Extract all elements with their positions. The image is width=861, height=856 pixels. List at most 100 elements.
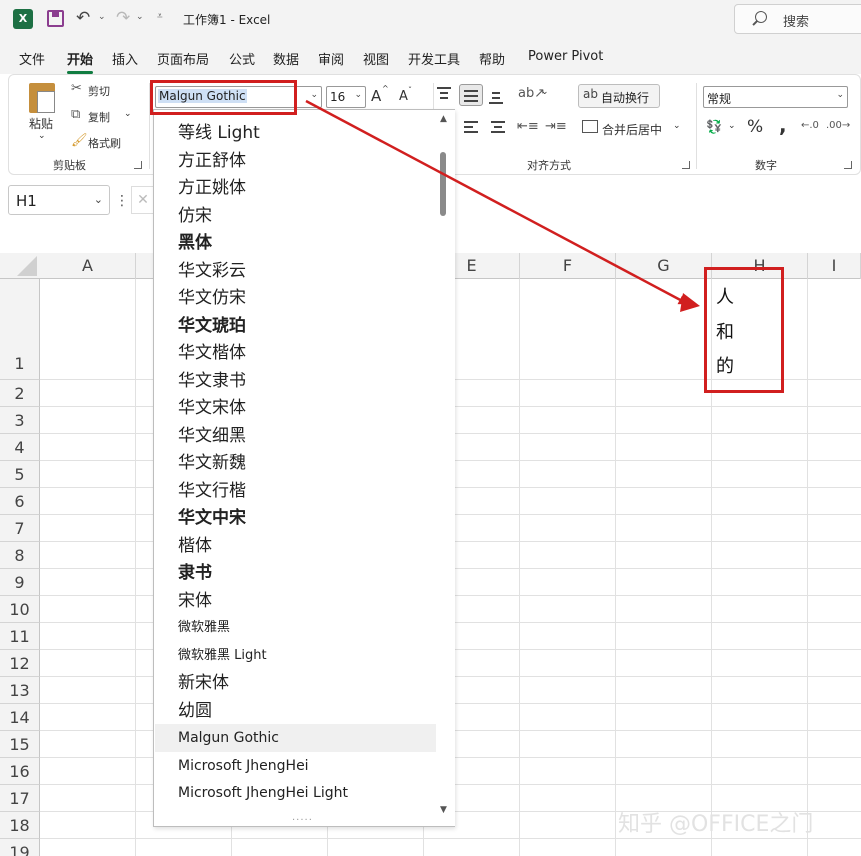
customize-qat-icon[interactable]: ⩡	[157, 11, 163, 22]
align-bottom-icon[interactable]	[489, 89, 505, 104]
row-header-15[interactable]: 15	[0, 731, 40, 758]
alignment-launcher-icon[interactable]	[682, 161, 690, 169]
row-header-1[interactable]: 1	[0, 279, 40, 380]
formula-bar-grip[interactable]: ⋮	[115, 193, 129, 209]
scroll-down-icon[interactable]: ▼	[440, 805, 447, 815]
row-header-2[interactable]: 2	[0, 380, 40, 407]
number-format-combo[interactable]: 常规 ⌄	[703, 86, 848, 108]
font-option[interactable]: 宋体	[155, 587, 436, 615]
grow-font-button[interactable]: A	[371, 87, 381, 105]
wrap-text-button[interactable]: ab 自动换行	[578, 84, 660, 108]
row-header-17[interactable]: 17	[0, 785, 40, 812]
comma-style-button[interactable]: ,	[779, 113, 787, 137]
tab-page-layout[interactable]: 页面布局	[157, 49, 209, 68]
tab-developer[interactable]: 开发工具	[408, 49, 460, 68]
row-header-6[interactable]: 6	[0, 488, 40, 515]
scroll-thumb[interactable]	[440, 152, 446, 216]
tab-file[interactable]: 文件	[19, 49, 45, 68]
row-header-4[interactable]: 4	[0, 434, 40, 461]
row-header-10[interactable]: 10	[0, 596, 40, 623]
font-option[interactable]: 华文细黑	[155, 422, 436, 450]
scroll-up-icon[interactable]: ▲	[440, 114, 447, 124]
name-box[interactable]: H1 ⌄	[8, 185, 110, 215]
row-header-18[interactable]: 18	[0, 812, 40, 839]
cancel-entry-button[interactable]: ✕	[131, 186, 155, 214]
column-header-f[interactable]: F	[520, 253, 616, 279]
font-option[interactable]: 华文仿宋	[155, 284, 436, 312]
row-header-13[interactable]: 13	[0, 677, 40, 704]
font-option[interactable]: 等线 Light	[155, 119, 436, 147]
row-header-14[interactable]: 14	[0, 704, 40, 731]
cut-icon[interactable]: ✂	[71, 82, 85, 96]
font-option[interactable]: 幼圆	[155, 697, 436, 725]
row-header-12[interactable]: 12	[0, 650, 40, 677]
copy-icon[interactable]: ⧉	[71, 108, 85, 122]
font-option[interactable]: 华文行楷	[155, 477, 436, 505]
align-center-icon[interactable]	[491, 121, 507, 135]
font-option[interactable]: 新宋体	[155, 669, 436, 697]
format-painter-button[interactable]: 格式刷	[88, 135, 121, 151]
clipboard-launcher-icon[interactable]	[134, 161, 142, 169]
font-dropdown-list[interactable]: 等线 Light 方正舒体 方正姚体 仿宋 黑体 华文彩云 华文仿宋 华文琥珀 华文楷体 华文隶书…	[153, 109, 455, 827]
tab-data[interactable]: 数据	[273, 49, 299, 68]
align-top-icon[interactable]	[437, 87, 453, 101]
font-size-combo[interactable]: 16 ⌄	[326, 86, 366, 108]
accounting-dropdown-icon[interactable]: ⌄	[728, 121, 736, 131]
font-option[interactable]: 华文宋体	[155, 394, 436, 422]
font-option[interactable]: Microsoft JhengHei	[155, 752, 436, 780]
percent-style-button[interactable]: %	[747, 117, 763, 137]
redo-dropdown-icon[interactable]: ⌄	[136, 12, 144, 22]
row-header-19[interactable]: 19	[0, 839, 40, 856]
font-option[interactable]: 黑体	[155, 229, 436, 257]
undo-icon[interactable]: ↶	[76, 8, 90, 28]
orientation-dropdown-icon[interactable]: ⌄	[541, 87, 549, 97]
row-header-3[interactable]: 3	[0, 407, 40, 434]
format-painter-icon[interactable]: 🖌	[71, 134, 88, 148]
number-launcher-icon[interactable]	[844, 161, 852, 169]
font-option[interactable]: 方正舒体	[155, 147, 436, 175]
shrink-font-button[interactable]: A	[399, 89, 408, 104]
tab-help[interactable]: 帮助	[479, 49, 505, 68]
font-option[interactable]: Microsoft JhengHei Light	[155, 779, 436, 807]
row-header-16[interactable]: 16	[0, 758, 40, 785]
font-option[interactable]: 华文楷体	[155, 339, 436, 367]
tab-view[interactable]: 视图	[363, 49, 389, 68]
undo-dropdown-icon[interactable]: ⌄	[98, 12, 106, 22]
increase-indent-icon[interactable]: ⇥≡	[545, 120, 567, 134]
row-header-9[interactable]: 9	[0, 569, 40, 596]
align-middle-icon[interactable]	[459, 84, 483, 106]
font-option[interactable]: 微软雅黑 Light	[155, 642, 436, 670]
resize-grip-icon[interactable]: ·····	[292, 815, 313, 826]
copy-dropdown-icon[interactable]: ⌄	[124, 109, 132, 119]
orientation-icon[interactable]: ab↗	[518, 87, 545, 101]
decrease-indent-icon[interactable]: ⇤≡	[517, 120, 539, 134]
font-option[interactable]: 华文隶书	[155, 367, 436, 395]
search-box[interactable]: 搜索	[734, 4, 861, 34]
font-option[interactable]: 隶书	[155, 559, 436, 587]
font-option[interactable]: 华文中宋	[155, 504, 436, 532]
tab-review[interactable]: 审阅	[318, 49, 344, 68]
align-left-icon[interactable]	[464, 121, 480, 135]
row-header-5[interactable]: 5	[0, 461, 40, 488]
font-option[interactable]: Malgun Gothic	[155, 724, 436, 752]
font-option[interactable]: 华文新魏	[155, 449, 436, 477]
font-option[interactable]: 仿宋	[155, 202, 436, 230]
tab-power-pivot[interactable]: Power Pivot	[528, 49, 603, 64]
tab-home[interactable]: 开始	[67, 49, 94, 74]
row-header-7[interactable]: 7	[0, 515, 40, 542]
increase-decimal-icon[interactable]: ←.0	[801, 119, 821, 133]
copy-button[interactable]: 复制	[88, 109, 110, 125]
paste-dropdown-icon[interactable]: ⌄	[38, 131, 46, 141]
paste-button[interactable]: 粘贴	[29, 115, 53, 132]
column-header-a[interactable]: A	[40, 253, 136, 279]
merge-center-button[interactable]: 合并后居中	[602, 121, 662, 138]
select-all-button[interactable]	[0, 253, 40, 279]
font-option[interactable]: 楷体	[155, 532, 436, 560]
tab-formulas[interactable]: 公式	[229, 49, 255, 68]
merge-dropdown-icon[interactable]: ⌄	[673, 121, 681, 131]
redo-icon[interactable]: ↷	[116, 8, 130, 28]
accounting-format-icon[interactable]: 💱	[706, 121, 726, 135]
save-icon[interactable]	[47, 10, 64, 27]
font-option[interactable]: 微软雅黑	[155, 614, 436, 642]
column-header-g[interactable]: G	[616, 253, 712, 279]
